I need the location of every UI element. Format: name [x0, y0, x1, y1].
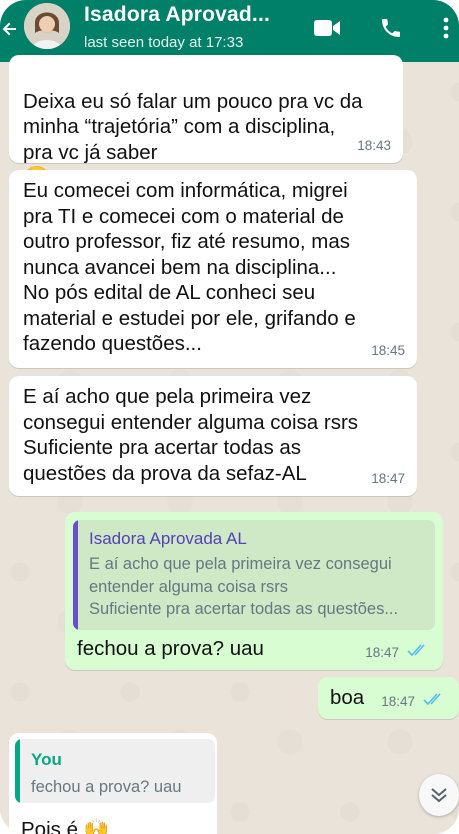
phone-icon[interactable] — [376, 13, 406, 43]
message-text: Deixa eu só falar um pouco pra vc da min… — [23, 89, 363, 164]
back-arrow-icon[interactable] — [0, 14, 20, 44]
message-text: boa — [330, 686, 365, 709]
message-bubble-incoming[interactable]: You fechou a prova? uau Pois é 🙌 — [9, 733, 217, 834]
message-bubble-incoming[interactable]: E aí acho que pela primeira vez consegui… — [9, 376, 417, 496]
raised-hands-emoji: 🙌 — [83, 818, 110, 834]
message-time: 18:45 — [371, 342, 405, 358]
avatar[interactable] — [24, 3, 70, 49]
message-bubble-outgoing[interactable]: Isadora Aprovada AL E aí acho que pela p… — [65, 512, 443, 670]
chat-screen: Isadora Aprovad... last seen today at 17… — [0, 0, 459, 834]
quote-text: E aí acho que pela primeira vez consegui… — [89, 555, 399, 618]
quoted-message[interactable]: Isadora Aprovada AL E aí acho que pela p… — [73, 520, 435, 630]
message-bubble-outgoing[interactable]: boa 18:47 — [318, 677, 459, 719]
scroll-to-bottom-button[interactable] — [419, 774, 459, 816]
chat-header: Isadora Aprovad... last seen today at 17… — [0, 0, 459, 62]
quote-author: You — [31, 750, 62, 769]
quote-bar — [15, 739, 20, 803]
quoted-message[interactable]: You fechou a prova? uau — [15, 739, 215, 803]
quote-author: Isadora Aprovada AL — [89, 529, 247, 548]
double-chevron-down-icon — [431, 788, 447, 803]
message-bubble-incoming[interactable]: Deixa eu só falar um pouco pra vc da min… — [9, 55, 403, 190]
message-text: E aí acho que pela primeira vez consegui… — [23, 385, 359, 485]
double-check-icon — [423, 687, 445, 713]
message-text: fechou a prova? uau — [77, 637, 264, 660]
contact-name[interactable]: Isadora Aprovad... — [84, 3, 270, 27]
message-text: Pois é — [21, 818, 78, 834]
video-call-icon[interactable] — [312, 13, 342, 43]
message-bubble-incoming[interactable]: Eu comecei com informática, migrei pra T… — [9, 170, 417, 368]
message-time: 18:43 — [357, 137, 391, 153]
quote-text: fechou a prova? uau — [31, 778, 182, 796]
message-time: 18:47 — [381, 693, 415, 709]
last-seen-status: last seen today at 17:33 — [84, 34, 244, 51]
message-time: 18:47 — [365, 644, 399, 660]
more-options-icon[interactable] — [436, 13, 456, 43]
message-text: Eu comecei com informática, migrei pra T… — [23, 179, 356, 355]
double-check-icon — [407, 638, 429, 664]
message-time: 18:47 — [371, 470, 405, 486]
quote-bar — [73, 520, 78, 630]
